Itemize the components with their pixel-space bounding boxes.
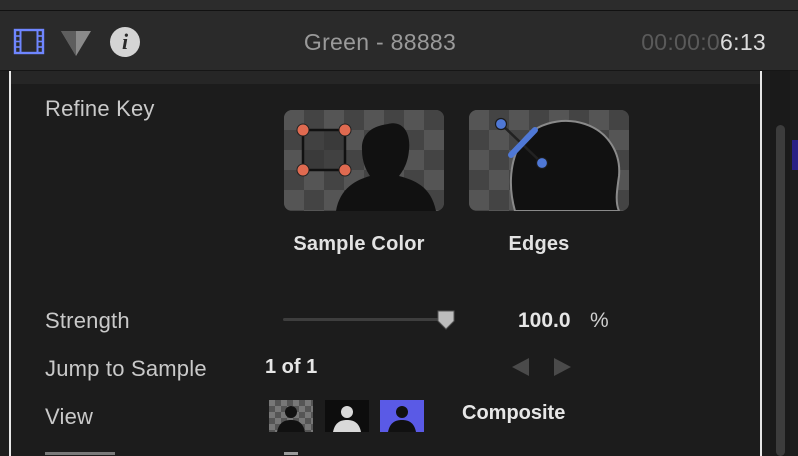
strength-value[interactable]: 100.0	[518, 309, 571, 333]
view-matte-person-icon[interactable]	[325, 400, 369, 432]
refine-key-label: Refine Key	[45, 96, 155, 121]
panel-top-edge	[11, 71, 760, 84]
strength-label: Strength	[45, 308, 130, 333]
view-composite-person-icon[interactable]	[380, 400, 424, 432]
window-edge-accent	[792, 140, 798, 170]
scrollbar-thumb[interactable]	[776, 125, 785, 456]
timecode-value: 6:13	[720, 29, 766, 55]
view-mode-name: Composite	[462, 402, 566, 424]
top-strip	[0, 0, 798, 11]
previous-sample-arrow-icon[interactable]	[509, 355, 531, 379]
timecode-leading: 00:00:0	[641, 29, 721, 55]
inspector-header: i Green - 88883 00:00:06:13	[0, 11, 798, 71]
jump-to-sample-value: 1 of 1	[265, 356, 318, 378]
next-row-label-cutoff	[45, 448, 125, 456]
clip-title: Green - 88883	[303, 29, 457, 55]
jump-to-sample-label: Jump to Sample	[45, 356, 207, 381]
view-source-person-icon[interactable]	[269, 400, 313, 432]
sample-color-caption: Sample Color	[293, 233, 425, 255]
timecode: 00:00:06:13	[641, 29, 766, 56]
edges-button[interactable]	[469, 110, 629, 211]
video-inspector-film-icon[interactable]	[12, 25, 46, 59]
svg-text:i: i	[122, 29, 129, 54]
edges-caption: Edges	[508, 233, 570, 255]
sample-color-button[interactable]	[284, 110, 444, 211]
next-row-control-cutoff[interactable]	[284, 448, 298, 456]
strength-unit: %	[590, 309, 609, 332]
next-sample-arrow-icon[interactable]	[552, 355, 574, 379]
info-icon[interactable]: i	[108, 25, 142, 59]
view-label: View	[45, 404, 94, 429]
strength-slider-track[interactable]	[283, 318, 447, 321]
color-inspector-icon[interactable]	[58, 25, 92, 59]
strength-slider-thumb[interactable]	[437, 310, 455, 330]
